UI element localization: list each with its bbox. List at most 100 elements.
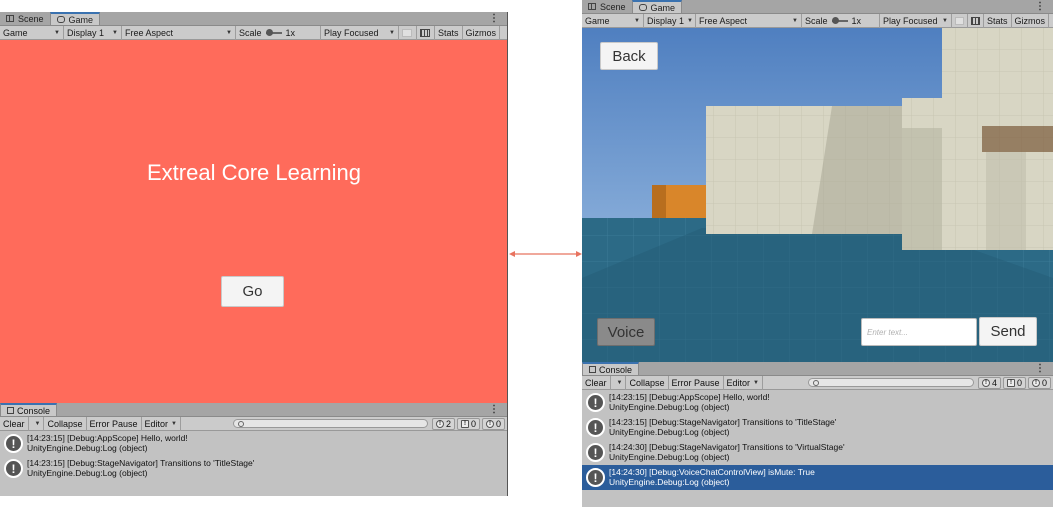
log-entry-selected[interactable]: ! [14:24:30] [Debug:VoiceChatControlView… [582, 465, 1053, 490]
clear-options-dropdown[interactable]: ▼ [29, 416, 45, 431]
right-editor-window: Scene Game ⋮ Game ▼ Display 1 ▼ Free Aspec… [582, 0, 1053, 507]
go-button[interactable]: Go [221, 276, 284, 307]
error-count: 0 [495, 418, 501, 429]
log-text: [14:23:15] [Debug:AppScope] Hello, world… [27, 433, 188, 453]
gamepad-icon [56, 16, 65, 23]
mute-audio-button[interactable] [399, 25, 417, 40]
log-entry[interactable]: ! [14:23:15] [Debug:AppScope] Hello, wor… [0, 431, 507, 456]
chevron-down-icon: ▼ [687, 17, 693, 24]
virtual-stage-scene [582, 28, 1053, 362]
scene-icon [588, 3, 596, 10]
chevron-down-icon: ▼ [616, 379, 623, 386]
log-message: [14:23:15] [Debug:AppScope] Hello, world… [27, 433, 188, 443]
editor-tabbar: Scene Game ⋮ [582, 0, 1053, 14]
scale-slider-track[interactable] [831, 16, 848, 24]
clear-button[interactable]: Clear [582, 375, 611, 390]
stats-button[interactable]: Stats [435, 25, 463, 40]
info-count: 4 [991, 377, 997, 388]
tab-label: Game [68, 14, 94, 25]
back-button[interactable]: Back [600, 42, 658, 70]
info-count-toggle[interactable]: ! 4 [977, 376, 1001, 389]
log-message: [14:23:15] [Debug:StageNavigator] Transi… [27, 458, 255, 468]
collapse-label: Collapse [629, 377, 665, 388]
chevron-down-icon: ▼ [226, 29, 232, 36]
clear-button[interactable]: Clear [0, 416, 29, 431]
error-pause-button[interactable]: Error Pause [87, 416, 142, 431]
gizmos-button[interactable]: Gizmos [1012, 13, 1050, 28]
clear-label: Clear [585, 377, 607, 388]
play-mode-dropdown[interactable]: Play Focused ▼ [880, 13, 952, 28]
console-tabbar: Console ⋮ [0, 403, 507, 417]
tab-label: Scene [600, 1, 626, 12]
tab-game[interactable]: Game [631, 0, 683, 13]
log-entry[interactable]: ! [14:23:15] [Debug:StageNavigator] Tran… [582, 415, 1053, 440]
log-message: [14:23:15] [Debug:StageNavigator] Transi… [609, 417, 837, 427]
grid-button[interactable] [417, 25, 435, 40]
log-entry[interactable]: ! [14:23:15] [Debug:AppScope] Hello, wor… [582, 390, 1053, 415]
collapse-button[interactable]: Collapse [626, 375, 669, 390]
display-dropdown[interactable]: Display 1 ▼ [64, 25, 122, 40]
editor-label: Editor [726, 377, 751, 388]
warning-count-toggle[interactable]: ! 0 [456, 417, 480, 430]
more-options-icon[interactable]: ⋮ [1035, 1, 1045, 12]
more-options-icon[interactable]: ⋮ [489, 404, 499, 415]
grid-icon [420, 28, 430, 37]
log-stacktrace: UnityEngine.Debug:Log (object) [609, 427, 730, 437]
more-options-icon[interactable]: ⋮ [1035, 363, 1045, 374]
tab-console[interactable]: Console [0, 403, 58, 416]
mute-audio-button[interactable] [952, 13, 968, 28]
scale-slider-track[interactable] [265, 28, 282, 36]
aspect-dropdown[interactable]: Free Aspect ▼ [122, 25, 236, 40]
console-panel: Console ⋮ Clear ▼ Collapse Error Pause E… [0, 403, 507, 496]
console-search-input[interactable] [232, 419, 428, 428]
tab-scene[interactable]: Scene [582, 0, 632, 13]
mode-dropdown[interactable]: Game ▼ [582, 13, 644, 28]
aspect-label: Free Aspect [699, 15, 748, 26]
chevron-down-icon: ▼ [753, 379, 759, 386]
console-search-input[interactable] [807, 378, 974, 387]
stats-button[interactable]: Stats [984, 13, 1012, 28]
warning-icon: ! [460, 419, 469, 428]
editor-dropdown[interactable]: Editor ▼ [724, 375, 763, 390]
clear-options-dropdown[interactable]: ▼ [611, 375, 627, 390]
mode-dropdown[interactable]: Game ▼ [0, 25, 64, 40]
log-stacktrace: UnityEngine.Debug:Log (object) [609, 477, 730, 487]
error-count-toggle[interactable]: ! 0 [1027, 376, 1051, 389]
gizmos-button[interactable]: Gizmos [463, 25, 501, 40]
log-message: [14:24:30] [Debug:VoiceChatControlView] … [609, 467, 815, 477]
scale-value: 1x [285, 27, 296, 38]
log-entry[interactable]: ! [14:24:30] [Debug:StageNavigator] Tran… [582, 440, 1053, 465]
console-tabbar: Console ⋮ [582, 362, 1053, 376]
error-count-toggle[interactable]: ! 0 [481, 417, 505, 430]
info-icon: ! [586, 418, 605, 437]
gizmos-label: Gizmos [1014, 15, 1046, 26]
clear-label: Clear [3, 418, 25, 429]
scale-slider[interactable]: Scale 1x [802, 13, 880, 28]
tab-game[interactable]: Game [49, 12, 101, 25]
chevron-down-icon: ▼ [634, 17, 640, 24]
display-dropdown[interactable]: Display 1 ▼ [644, 13, 696, 28]
more-options-icon[interactable]: ⋮ [489, 13, 499, 24]
log-text: [14:23:15] [Debug:AppScope] Hello, world… [609, 392, 770, 412]
log-entry[interactable]: ! [14:23:15] [Debug:StageNavigator] Tran… [0, 456, 507, 481]
gizmos-label: Gizmos [465, 27, 497, 38]
voice-mute-button[interactable]: Voice [597, 318, 655, 346]
tab-console[interactable]: Console [582, 362, 640, 375]
warning-count-toggle[interactable]: ! 0 [1002, 376, 1026, 389]
aspect-dropdown[interactable]: Free Aspect ▼ [696, 13, 802, 28]
scale-slider[interactable]: Scale 1x [236, 25, 321, 40]
collapse-button[interactable]: Collapse [44, 416, 87, 431]
chat-message-input[interactable] [861, 318, 977, 346]
tab-scene[interactable]: Scene [0, 12, 50, 25]
game-toolbar: Game ▼ Display 1 ▼ Free Aspect ▼ Scale 1x P… [582, 13, 1053, 28]
editor-dropdown[interactable]: Editor ▼ [142, 416, 181, 431]
error-pause-button[interactable]: Error Pause [669, 375, 724, 390]
info-count-toggle[interactable]: ! 2 [431, 417, 455, 430]
log-stacktrace: UnityEngine.Debug:Log (object) [609, 402, 730, 412]
grid-button[interactable] [968, 13, 984, 28]
info-icon: ! [4, 459, 23, 478]
send-button[interactable]: Send [979, 317, 1037, 346]
chevron-down-icon: ▼ [54, 29, 60, 36]
play-mode-dropdown[interactable]: Play Focused ▼ [321, 25, 399, 40]
error-pause-label: Error Pause [671, 377, 720, 388]
